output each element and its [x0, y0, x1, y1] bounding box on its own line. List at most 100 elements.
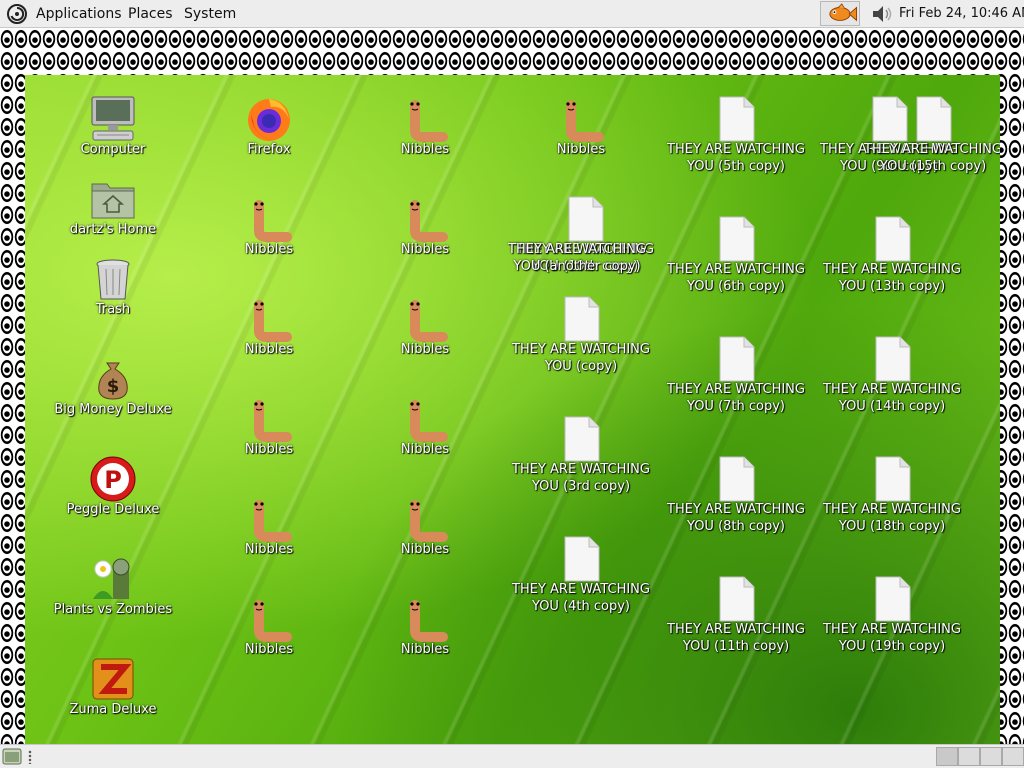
desktop-icon-pvz[interactable]: Plants vs Zombies	[43, 555, 183, 618]
desktop-icon-computer[interactable]: Computer	[43, 95, 183, 158]
desktop-icon-document[interactable]: THEY ARE WATCHING YOU (another copy)	[507, 195, 647, 275]
desktop-icon-nibbles[interactable]: Nibbles	[511, 95, 651, 158]
system-menu[interactable]: System	[184, 6, 236, 22]
desktop-icon-nibbles[interactable]: Nibbles	[199, 195, 339, 258]
top-panel: Applications Places System Fri Feb 24, 1…	[0, 0, 1024, 28]
desktop-icon-document[interactable]: THEY ARE WATCHING YOU (3rd copy)	[511, 415, 651, 495]
workspace-1[interactable]	[936, 747, 958, 766]
worm-icon	[410, 400, 448, 442]
desktop-icon-label: THEY ARE WATCHING YOU (another copy)	[508, 242, 646, 274]
desktop-icon-label: Nibbles	[244, 642, 294, 657]
desktop-icon-document[interactable]: THEY ARE WATCHING YOU (6th copy)	[666, 215, 806, 295]
desktop-icon-nibbles[interactable]: Nibbles	[355, 395, 495, 458]
trash-icon	[96, 259, 130, 300]
desktop-icon-label: Big Money Deluxe	[54, 402, 172, 417]
document-icon	[719, 576, 755, 622]
desktop-icon-label: THEY ARE WATCHING YOU (5th copy)	[667, 142, 805, 174]
document-icon	[875, 336, 911, 382]
desktop-icon-label: Zuma Deluxe	[69, 702, 157, 717]
desktop-icon-label: Nibbles	[244, 342, 294, 357]
desktop-icon-zuma[interactable]: Zuma Deluxe	[43, 655, 183, 718]
desktop-icon-nibbles[interactable]: Nibbles	[355, 195, 495, 258]
desktop-icon-document[interactable]: THEY ARE WATCHING YOU (14th copy)	[822, 335, 962, 415]
desktop-icon-peggle[interactable]: P Peggle Deluxe	[43, 455, 183, 518]
desktop-icon-label: Computer	[80, 142, 146, 157]
desktop-icon-big-money[interactable]: $ Big Money Deluxe	[43, 355, 183, 418]
worm-icon	[254, 500, 292, 542]
desktop-icon-document[interactable]: THEY ARE WATCHING YOU (4th copy)	[511, 535, 651, 615]
home-folder-icon	[91, 183, 135, 219]
bottom-panel	[0, 744, 1024, 768]
desktop-icon-label: THEY ARE WATCHING YOU (14th copy)	[823, 382, 961, 414]
desktop-icon-document[interactable]: THEY ARE WATCHING YOU (13th copy)	[822, 215, 962, 295]
desktop-icon-label: THEY ARE WATCHING YOU (11th copy)	[667, 622, 805, 654]
peggle-icon: P	[90, 456, 136, 502]
desktop-icon-label: Peggle Deluxe	[66, 502, 160, 517]
computer-icon	[91, 96, 135, 141]
desktop-icon-label: Nibbles	[244, 442, 294, 457]
desktop-icon-nibbles[interactable]: Nibbles	[355, 95, 495, 158]
desktop-icon-document[interactable]: THEY ARE WATCHING YOU (copy)	[511, 295, 651, 375]
desktop-icon-nibbles[interactable]: Nibbles	[355, 295, 495, 358]
document-icon	[875, 216, 911, 262]
fish-applet-icon[interactable]	[820, 1, 860, 26]
worm-icon	[566, 100, 604, 142]
desktop-icon-document[interactable]: THEY ARE WATCHING YOU (15th copy)	[863, 95, 1000, 175]
document-icon	[719, 336, 755, 382]
desktop-icon-label: Nibbles	[244, 242, 294, 257]
svg-text:P: P	[104, 466, 122, 494]
worm-icon	[254, 300, 292, 342]
desktop-icon-document[interactable]: THEY ARE WATCHING YOU (18th copy)	[822, 455, 962, 535]
desktop-icon-document[interactable]: THEY ARE WATCHING YOU (7th copy)	[666, 335, 806, 415]
desktop-icon-label: THEY ARE WATCHING YOU (15th copy)	[864, 142, 1000, 174]
distro-logo-icon[interactable]	[6, 3, 28, 25]
worm-icon	[254, 600, 292, 642]
svg-text:$: $	[107, 376, 120, 397]
document-icon	[916, 96, 952, 142]
worm-icon	[254, 400, 292, 442]
document-icon	[875, 576, 911, 622]
desktop-icon-trash[interactable]: Trash	[43, 255, 183, 318]
desktop-icon-label: THEY ARE WATCHING YOU (6th copy)	[667, 262, 805, 294]
desktop-icon-nibbles[interactable]: Nibbles	[199, 495, 339, 558]
desktop-icon-label: Nibbles	[400, 142, 450, 157]
places-menu[interactable]: Places	[128, 6, 173, 22]
desktop-icon-document[interactable]: THEY ARE WATCHING YOU (5th copy)	[666, 95, 806, 175]
worm-icon	[410, 600, 448, 642]
panel-drag-handle[interactable]	[28, 750, 32, 764]
clock[interactable]: Fri Feb 24, 10:46 AM	[899, 6, 1024, 21]
desktop-icon-label: THEY ARE WATCHING YOU (3rd copy)	[512, 462, 650, 494]
workspace-4[interactable]	[1002, 747, 1024, 766]
desktop-icon-document[interactable]: THEY ARE WATCHING YOU (19th copy)	[822, 575, 962, 655]
desktop-icon-label: Nibbles	[244, 542, 294, 557]
workspace-2[interactable]	[958, 747, 980, 766]
desktop-icon-home[interactable]: dartz's Home	[43, 175, 183, 238]
zuma-icon	[92, 658, 134, 700]
desktop-icon-nibbles[interactable]: Nibbles	[199, 295, 339, 358]
desktop-icon-label: THEY ARE WATCHING YOU (4th copy)	[512, 582, 650, 614]
firefox-icon	[248, 99, 290, 141]
applications-menu[interactable]: Applications	[36, 6, 122, 22]
desktop-icon-nibbles[interactable]: Nibbles	[199, 395, 339, 458]
desktop-icon-label: Plants vs Zombies	[53, 602, 173, 617]
worm-icon	[410, 500, 448, 542]
desktop-icon-document[interactable]: THEY ARE WATCHING YOU (8th copy)	[666, 455, 806, 535]
worm-icon	[410, 300, 448, 342]
desktop-icon-label: dartz's Home	[69, 222, 157, 237]
desktop-icon-nibbles[interactable]: Nibbles	[355, 595, 495, 658]
money-bag-icon: $	[98, 362, 128, 400]
desktop-icon-firefox[interactable]: Firefox	[199, 95, 339, 158]
desktop-icon-document[interactable]: THEY ARE WATCHING YOU (11th copy)	[666, 575, 806, 655]
document-icon	[875, 456, 911, 502]
workspace-3[interactable]	[980, 747, 1002, 766]
worm-icon	[410, 100, 448, 142]
volume-icon[interactable]	[870, 3, 894, 25]
document-icon	[719, 96, 755, 142]
desktop-icon-label: THEY ARE WATCHING YOU (13th copy)	[823, 262, 961, 294]
document-icon	[719, 216, 755, 262]
show-desktop-icon[interactable]	[2, 748, 22, 765]
desktop-icon-nibbles[interactable]: Nibbles	[355, 495, 495, 558]
desktop-icon-label: Nibbles	[400, 342, 450, 357]
desktop-icon-nibbles[interactable]: Nibbles	[199, 595, 339, 658]
desktop-icon-label: THEY ARE WATCHING YOU (8th copy)	[667, 502, 805, 534]
